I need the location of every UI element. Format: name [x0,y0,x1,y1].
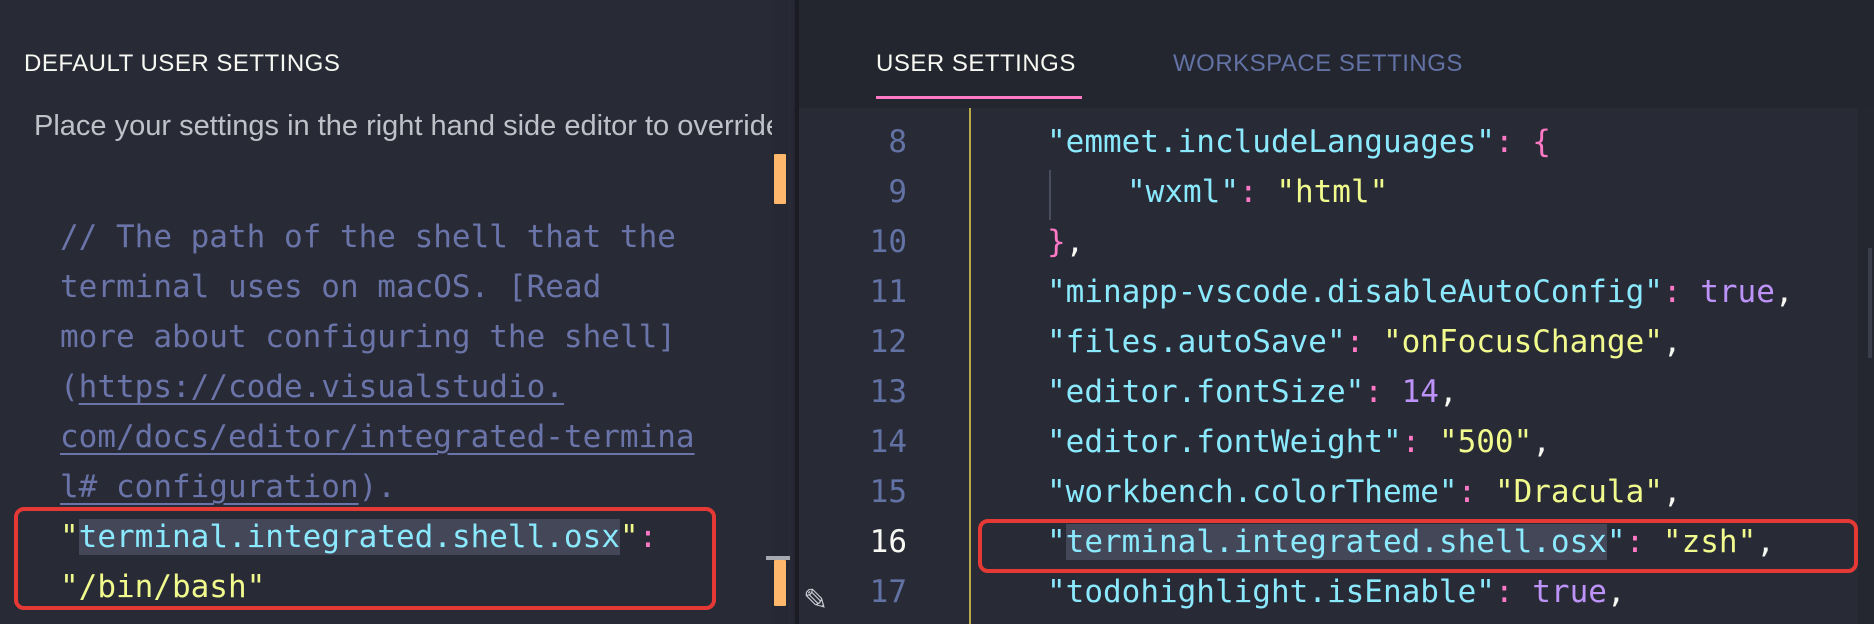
indent-guide-nested [1049,170,1051,220]
setting-description-comment: // The path of the shell that the termin… [60,212,760,512]
active-tab-indicator [876,96,1082,99]
code-line: "minapp-vscode.disableAutoConfig": true, [1047,274,1794,310]
highlight-box-right [978,519,1858,573]
tab-user-settings[interactable]: USER SETTINGS [876,50,1076,78]
line-number: 13 [869,374,907,410]
docs-link[interactable]: l#_configuration [60,469,359,505]
edit-pencil-icon[interactable]: ✎ [803,584,837,618]
code-line: "workbench.colorTheme": "Dracula", [1047,474,1682,510]
comment-paren: ( [60,369,79,405]
code-line: "emmet.includeLanguages": { [1047,124,1551,160]
highlight-box-left [14,507,716,610]
code-line: "wxml": "html" [1127,174,1389,210]
line-number: 10 [869,224,907,260]
docs-link[interactable]: com/docs/editor/integrated-termina [60,419,695,455]
code-line: "files.autoSave": "onFocusChange", [1047,324,1682,360]
indent-guide [969,108,971,624]
scrollbar-thumb[interactable] [1868,248,1872,358]
editor-scrollbar[interactable] [1858,108,1874,624]
line-number: 14 [869,424,907,460]
line-number: 8 [888,124,907,160]
line-number: 15 [869,474,907,510]
scrollbar-marker [774,154,786,204]
tab-workspace-settings[interactable]: WORKSPACE SETTINGS [1173,50,1463,78]
left-scrollbar[interactable] [772,0,788,624]
settings-info-text: Place your settings in the right hand si… [34,110,791,142]
line-number: 12 [869,324,907,360]
default-settings-title: DEFAULT USER SETTINGS [24,50,341,77]
code-line: }, [1047,224,1085,260]
code-line: "editor.fontWeight": "500", [1047,424,1551,460]
docs-link[interactable]: https://code.visualstudio. [79,369,564,405]
line-number: 9 [888,174,907,210]
line-number-active: 16 [869,524,907,560]
code-line: "todohighlight.isEnable": true, [1047,574,1626,610]
settings-tab-bar: USER SETTINGS WORKSPACE SETTINGS [799,0,1874,108]
comment-line: // The path of the shell that the [60,219,676,255]
line-number-gutter: 8 9 10 11 12 13 14 15 16 17 [799,108,969,624]
scrollbar-marker [774,560,786,606]
comment-line: terminal uses on macOS. [Read [60,269,602,305]
line-number: 11 [869,274,907,310]
code-line: "editor.fontSize": 14, [1047,374,1458,410]
comment-line: more about configuring the shell] [60,319,676,355]
comment-paren: ). [358,469,396,505]
